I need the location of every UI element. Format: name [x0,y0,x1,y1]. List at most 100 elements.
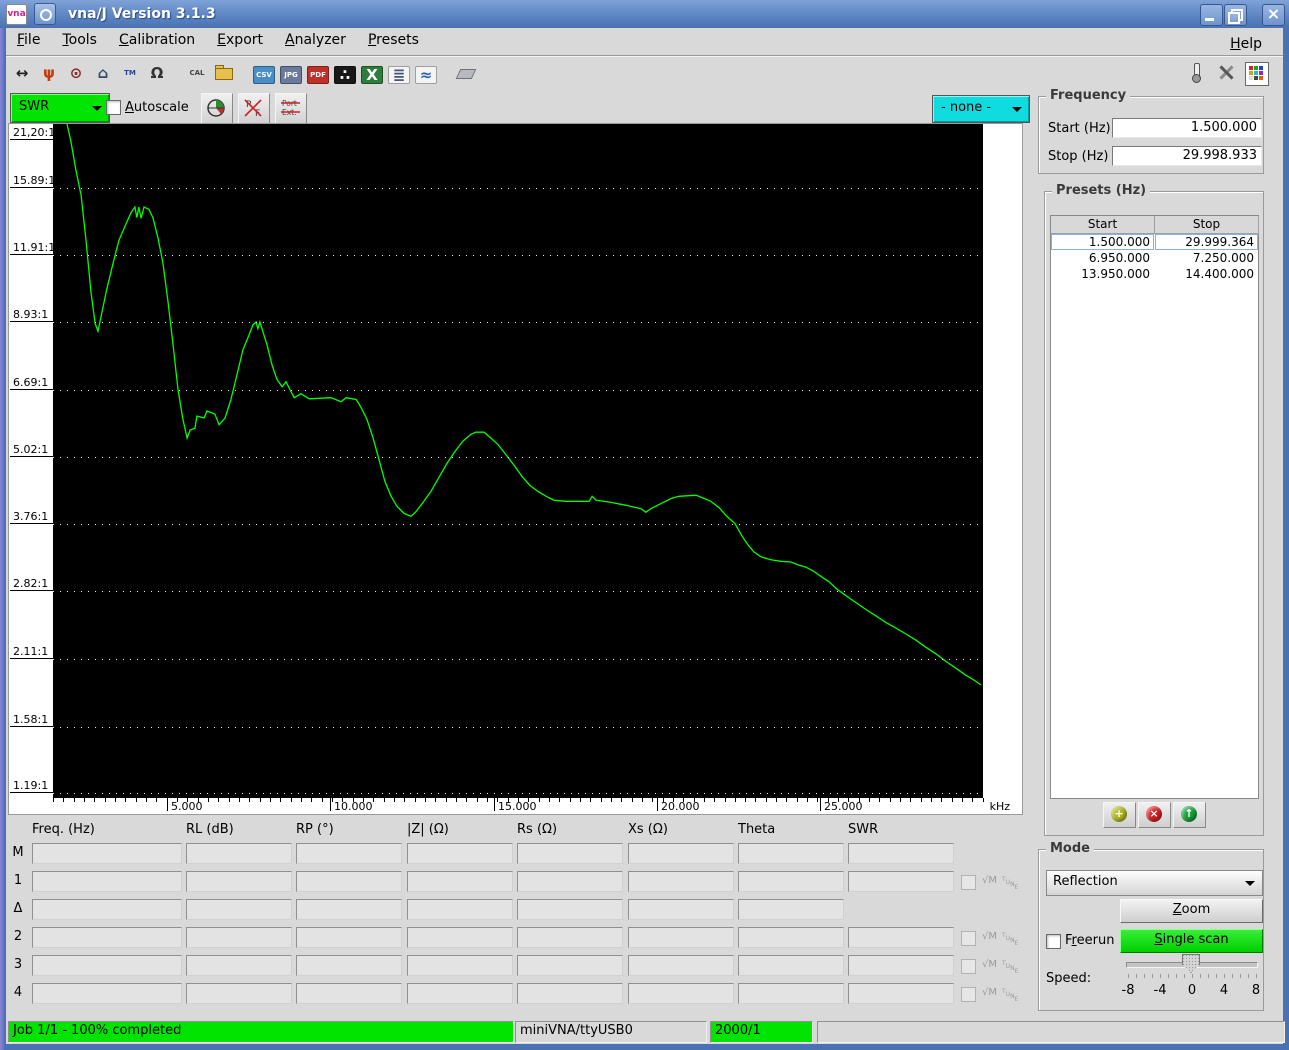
rf-generator-off-button[interactable]: R F [238,93,270,124]
export-xls-icon[interactable]: X [361,65,383,84]
autoscale-checkbox[interactable] [106,100,121,115]
marker-3-field-rp[interactable] [296,955,402,976]
marker-M-field-z[interactable] [407,843,513,864]
bank-icon[interactable]: ⌂ [92,62,114,84]
zoom-button[interactable]: Zoom [1120,899,1263,923]
marker-3-field-xs[interactable] [628,955,734,976]
menu-analyzer[interactable]: Analyzer [274,28,357,55]
marker-M-field-swr[interactable] [848,843,954,864]
sweep-range-icon[interactable]: ↔ [11,62,33,84]
menu-export[interactable]: Export [206,28,274,55]
preset-cell[interactable]: 29.999.364 [1155,234,1258,250]
mode-select[interactable]: Reflection [1046,870,1263,896]
start-frequency-field[interactable]: 1.500.000 [1112,118,1262,138]
trace-select-icon[interactable]: TM [119,62,141,84]
marker-2-field-rp[interactable] [296,927,402,948]
minimize-button[interactable] [1200,4,1223,26]
marker-3-field-swr[interactable] [848,955,954,976]
marker-4-field-theta[interactable] [738,983,844,1004]
marker-mode-select[interactable]: - none - [932,95,1030,123]
marker-4-field-xs[interactable] [628,983,734,1004]
marker-M-field-rp[interactable] [296,843,402,864]
titlebar[interactable]: vna vna/J Version 3.1.3 × [0,0,1289,28]
setup-tools-icon[interactable] [1215,62,1237,84]
preset-cell[interactable]: 7.250.000 [1155,250,1258,266]
impedance-icon[interactable]: Ω [146,62,168,84]
preset-cell[interactable]: 13.950.000 [1051,266,1154,282]
marker-4-field-z[interactable] [407,983,513,1004]
menu-presets[interactable]: Presets [357,28,430,55]
marker-3-field-freq[interactable] [32,955,182,976]
marker-3-field-rs[interactable] [517,955,623,976]
marker-4-tune-checkbox[interactable] [961,987,976,1002]
marker-4-field-rp[interactable] [296,983,402,1004]
port-extension-off-button[interactable]: Port Ext. [275,93,307,124]
chart-plot-area[interactable] [53,124,983,798]
export-pdf-icon[interactable]: PDF [307,65,329,84]
marker-1-field-z[interactable] [407,871,513,892]
open-file-icon[interactable] [213,62,235,84]
maximize-button[interactable] [1224,4,1247,26]
calibration-icon[interactable]: CAL [186,62,208,84]
export-csv-icon[interactable]: CSV [253,65,275,84]
marker-Δ-field-freq[interactable] [32,899,182,920]
marker-2-field-freq[interactable] [32,927,182,948]
menu-help[interactable]: Help [1219,32,1273,59]
marker-4-field-rs[interactable] [517,983,623,1004]
export-jpg-icon[interactable]: JPG [280,65,302,84]
delete-preset-button[interactable]: × [1138,802,1171,828]
marker-2-field-rs[interactable] [517,927,623,948]
marker-2-field-theta[interactable] [738,927,844,948]
presets-table[interactable]: Start Stop 1.500.000 29.999.364 6.950.000 7.2… [1050,215,1259,799]
marker-1-field-swr[interactable] [848,871,954,892]
marker-Δ-field-xs[interactable] [628,899,734,920]
marker-Δ-field-rp[interactable] [296,899,402,920]
marker-Δ-field-rl[interactable] [186,899,292,920]
marker-2-tune-checkbox[interactable] [961,931,976,946]
marker-M-field-freq[interactable] [32,843,182,864]
marker-3-tune-checkbox[interactable] [961,959,976,974]
marker-M-field-xs[interactable] [628,843,734,864]
color-palette-icon[interactable] [1245,62,1269,86]
marker-M-field-theta[interactable] [738,843,844,864]
marker-1-field-freq[interactable] [32,871,182,892]
marker-1-field-rp[interactable] [296,871,402,892]
freerun-checkbox[interactable] [1046,934,1061,949]
menu-file[interactable]: File [6,28,51,55]
marker-2-field-swr[interactable] [848,927,954,948]
marker-3-field-theta[interactable] [738,955,844,976]
scale-type-select[interactable]: SWR [10,93,110,123]
marker-2-field-xs[interactable] [628,927,734,948]
clock-icon[interactable]: ⊙ [65,62,87,84]
marker-1-field-rl[interactable] [186,871,292,892]
antenna-icon[interactable]: ψ [38,62,60,84]
marker-M-field-rs[interactable] [517,843,623,864]
marker-2-field-rl[interactable] [186,927,292,948]
marker-Δ-field-rs[interactable] [517,899,623,920]
menu-tools[interactable]: Tools [51,28,108,55]
eraser-icon[interactable] [455,62,477,84]
marker-4-field-freq[interactable] [32,983,182,1004]
close-button[interactable]: × [1262,4,1285,26]
marker-1-field-theta[interactable] [738,871,844,892]
preset-cell[interactable]: 14.400.000 [1155,266,1258,282]
marker-1-field-xs[interactable] [628,871,734,892]
preset-cell[interactable]: 6.950.000 [1051,250,1154,266]
marker-Δ-field-theta[interactable] [738,899,844,920]
export-s2p-icon[interactable]: ≈ [415,65,437,84]
window-menu-button[interactable] [34,3,56,25]
export-html-icon[interactable]: ≣ [388,65,410,84]
marker-1-tune-checkbox[interactable] [961,875,976,890]
marker-1-field-rs[interactable] [517,871,623,892]
single-scan-button[interactable]: Single scan [1120,929,1263,953]
marker-M-field-rl[interactable] [186,843,292,864]
export-bmp-icon[interactable]: ∴ [334,65,356,84]
apply-preset-button[interactable]: ↑ [1173,802,1206,828]
add-preset-button[interactable]: + [1103,802,1136,828]
stop-frequency-field[interactable]: 29.998.933 [1112,146,1262,166]
preset-cell[interactable]: 1.500.000 [1051,234,1154,250]
marker-Δ-field-z[interactable] [407,899,513,920]
marker-3-field-z[interactable] [407,955,513,976]
marker-4-field-swr[interactable] [848,983,954,1004]
marker-2-field-z[interactable] [407,927,513,948]
